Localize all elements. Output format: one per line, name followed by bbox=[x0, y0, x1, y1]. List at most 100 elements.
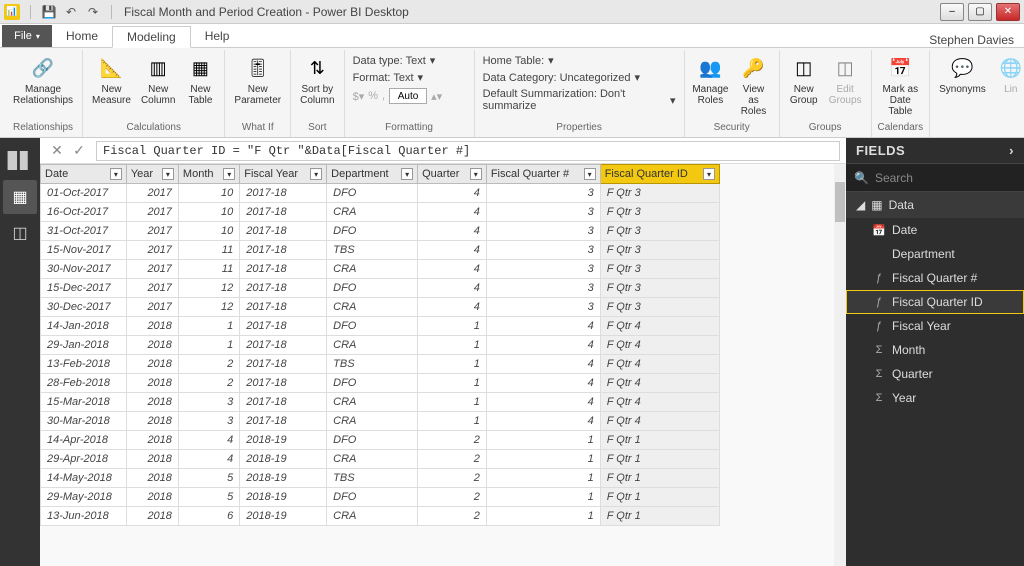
cell[interactable]: F Qtr 1 bbox=[600, 469, 719, 488]
cell[interactable]: 4 bbox=[178, 450, 239, 469]
new-column-button[interactable]: ▥New Column bbox=[138, 52, 178, 108]
cell[interactable]: 1 bbox=[418, 355, 487, 374]
cell[interactable]: 2017-18 bbox=[240, 184, 327, 203]
cell[interactable]: 5 bbox=[178, 469, 239, 488]
cell[interactable]: CRA bbox=[327, 298, 418, 317]
cell[interactable]: F Qtr 3 bbox=[600, 279, 719, 298]
field-item[interactable]: ΣMonth bbox=[846, 338, 1024, 362]
table-row[interactable]: 30-Dec-20172017122017-18CRA43F Qtr 3 bbox=[41, 298, 720, 317]
cell[interactable]: 1 bbox=[418, 336, 487, 355]
cell[interactable]: 3 bbox=[178, 412, 239, 431]
cell[interactable]: 1 bbox=[486, 469, 600, 488]
user-name[interactable]: Stephen Davies bbox=[929, 33, 1014, 47]
cell[interactable]: 2017-18 bbox=[240, 336, 327, 355]
table-row[interactable]: 30-Mar-2018201832017-18CRA14F Qtr 4 bbox=[41, 412, 720, 431]
cell[interactable]: 30-Nov-2017 bbox=[41, 260, 127, 279]
edit-groups-button[interactable]: ◫Edit Groups bbox=[826, 52, 865, 108]
decimals-input[interactable] bbox=[389, 88, 427, 104]
cell[interactable]: 2017 bbox=[126, 241, 178, 260]
cell[interactable]: F Qtr 1 bbox=[600, 507, 719, 526]
field-item[interactable]: Department bbox=[846, 242, 1024, 266]
field-item[interactable]: ƒFiscal Quarter # bbox=[846, 266, 1024, 290]
save-icon[interactable]: 💾 bbox=[41, 4, 57, 20]
cell[interactable]: 1 bbox=[486, 431, 600, 450]
cell[interactable]: F Qtr 4 bbox=[600, 374, 719, 393]
formula-input[interactable] bbox=[96, 141, 840, 161]
cell[interactable]: F Qtr 4 bbox=[600, 412, 719, 431]
cell[interactable]: 4 bbox=[418, 203, 487, 222]
cell[interactable]: 2017 bbox=[126, 184, 178, 203]
new-measure-button[interactable]: 📐New Measure bbox=[89, 52, 134, 108]
minimize-button[interactable]: – bbox=[940, 3, 964, 21]
cell[interactable]: 2018-19 bbox=[240, 431, 327, 450]
file-tab[interactable]: File▾ bbox=[2, 25, 52, 47]
fields-search[interactable]: 🔍 Search bbox=[846, 164, 1024, 192]
new-group-button[interactable]: ◫New Group bbox=[786, 52, 822, 108]
cell[interactable]: 1 bbox=[418, 412, 487, 431]
cell[interactable]: CRA bbox=[327, 336, 418, 355]
cell[interactable]: 2018 bbox=[126, 450, 178, 469]
cell[interactable]: 2 bbox=[178, 374, 239, 393]
filter-dropdown-icon[interactable]: ▾ bbox=[584, 168, 596, 180]
cell[interactable]: 2017-18 bbox=[240, 298, 327, 317]
cell[interactable]: DFO bbox=[327, 184, 418, 203]
cell[interactable]: DFO bbox=[327, 317, 418, 336]
column-header[interactable]: Date▾ bbox=[41, 165, 127, 184]
close-button[interactable]: ✕ bbox=[996, 3, 1020, 21]
table-row[interactable]: 14-May-2018201852018-19TBS21F Qtr 1 bbox=[41, 469, 720, 488]
cell[interactable]: 14-Jan-2018 bbox=[41, 317, 127, 336]
cell[interactable]: 12 bbox=[178, 279, 239, 298]
table-row[interactable]: 13-Jun-2018201862018-19CRA21F Qtr 1 bbox=[41, 507, 720, 526]
table-row[interactable]: 29-Jan-2018201812017-18CRA14F Qtr 4 bbox=[41, 336, 720, 355]
cell[interactable]: F Qtr 3 bbox=[600, 222, 719, 241]
filter-dropdown-icon[interactable]: ▾ bbox=[110, 168, 122, 180]
home-tab[interactable]: Home bbox=[52, 25, 112, 47]
cell[interactable]: 15-Nov-2017 bbox=[41, 241, 127, 260]
cell[interactable]: 4 bbox=[418, 184, 487, 203]
table-row[interactable]: 16-Oct-20172017102017-18CRA43F Qtr 3 bbox=[41, 203, 720, 222]
summarization-dropdown[interactable]: Default Summarization: Don't summarize ▾ bbox=[483, 88, 676, 112]
cell[interactable]: 2017 bbox=[126, 203, 178, 222]
help-tab[interactable]: Help bbox=[191, 25, 244, 47]
cell[interactable]: 4 bbox=[486, 374, 600, 393]
column-header[interactable]: Year▾ bbox=[126, 165, 178, 184]
cell[interactable]: 1 bbox=[418, 317, 487, 336]
table-row[interactable]: 29-May-2018201852018-19DFO21F Qtr 1 bbox=[41, 488, 720, 507]
cell[interactable]: 2018-19 bbox=[240, 469, 327, 488]
column-header[interactable]: Month▾ bbox=[178, 165, 239, 184]
cell[interactable]: 30-Mar-2018 bbox=[41, 412, 127, 431]
cell[interactable]: 2018 bbox=[126, 431, 178, 450]
column-header[interactable]: Quarter▾ bbox=[418, 165, 487, 184]
cell[interactable]: DFO bbox=[327, 431, 418, 450]
cell[interactable]: 4 bbox=[486, 393, 600, 412]
field-item[interactable]: ΣYear bbox=[846, 386, 1024, 410]
filter-dropdown-icon[interactable]: ▾ bbox=[310, 168, 322, 180]
cell[interactable]: CRA bbox=[327, 450, 418, 469]
cell[interactable]: 10 bbox=[178, 184, 239, 203]
table-row[interactable]: 14-Jan-2018201812017-18DFO14F Qtr 4 bbox=[41, 317, 720, 336]
cell[interactable]: 2 bbox=[418, 488, 487, 507]
cell[interactable]: 3 bbox=[178, 393, 239, 412]
cell[interactable]: 6 bbox=[178, 507, 239, 526]
cell[interactable]: 4 bbox=[418, 260, 487, 279]
cell[interactable]: F Qtr 4 bbox=[600, 355, 719, 374]
cell[interactable]: 2017-18 bbox=[240, 203, 327, 222]
cell[interactable]: 2018 bbox=[126, 469, 178, 488]
comma-button[interactable]: , bbox=[382, 90, 385, 102]
cell[interactable]: 3 bbox=[486, 298, 600, 317]
cell[interactable]: 2018 bbox=[126, 412, 178, 431]
cell[interactable]: 13-Feb-2018 bbox=[41, 355, 127, 374]
commit-formula-icon[interactable]: ✓ bbox=[68, 142, 90, 160]
cell[interactable]: 29-Apr-2018 bbox=[41, 450, 127, 469]
cell[interactable]: DFO bbox=[327, 279, 418, 298]
cell[interactable]: CRA bbox=[327, 507, 418, 526]
fields-header[interactable]: FIELDS › bbox=[846, 138, 1024, 164]
cell[interactable]: F Qtr 3 bbox=[600, 260, 719, 279]
cell[interactable]: 2018 bbox=[126, 507, 178, 526]
cell[interactable]: 2017-18 bbox=[240, 317, 327, 336]
category-dropdown[interactable]: Data Category: Uncategorized ▾ bbox=[483, 71, 676, 84]
cell[interactable]: DFO bbox=[327, 488, 418, 507]
cell[interactable]: 5 bbox=[178, 488, 239, 507]
table-row[interactable]: 30-Nov-20172017112017-18CRA43F Qtr 3 bbox=[41, 260, 720, 279]
filter-dropdown-icon[interactable]: ▾ bbox=[401, 168, 413, 180]
